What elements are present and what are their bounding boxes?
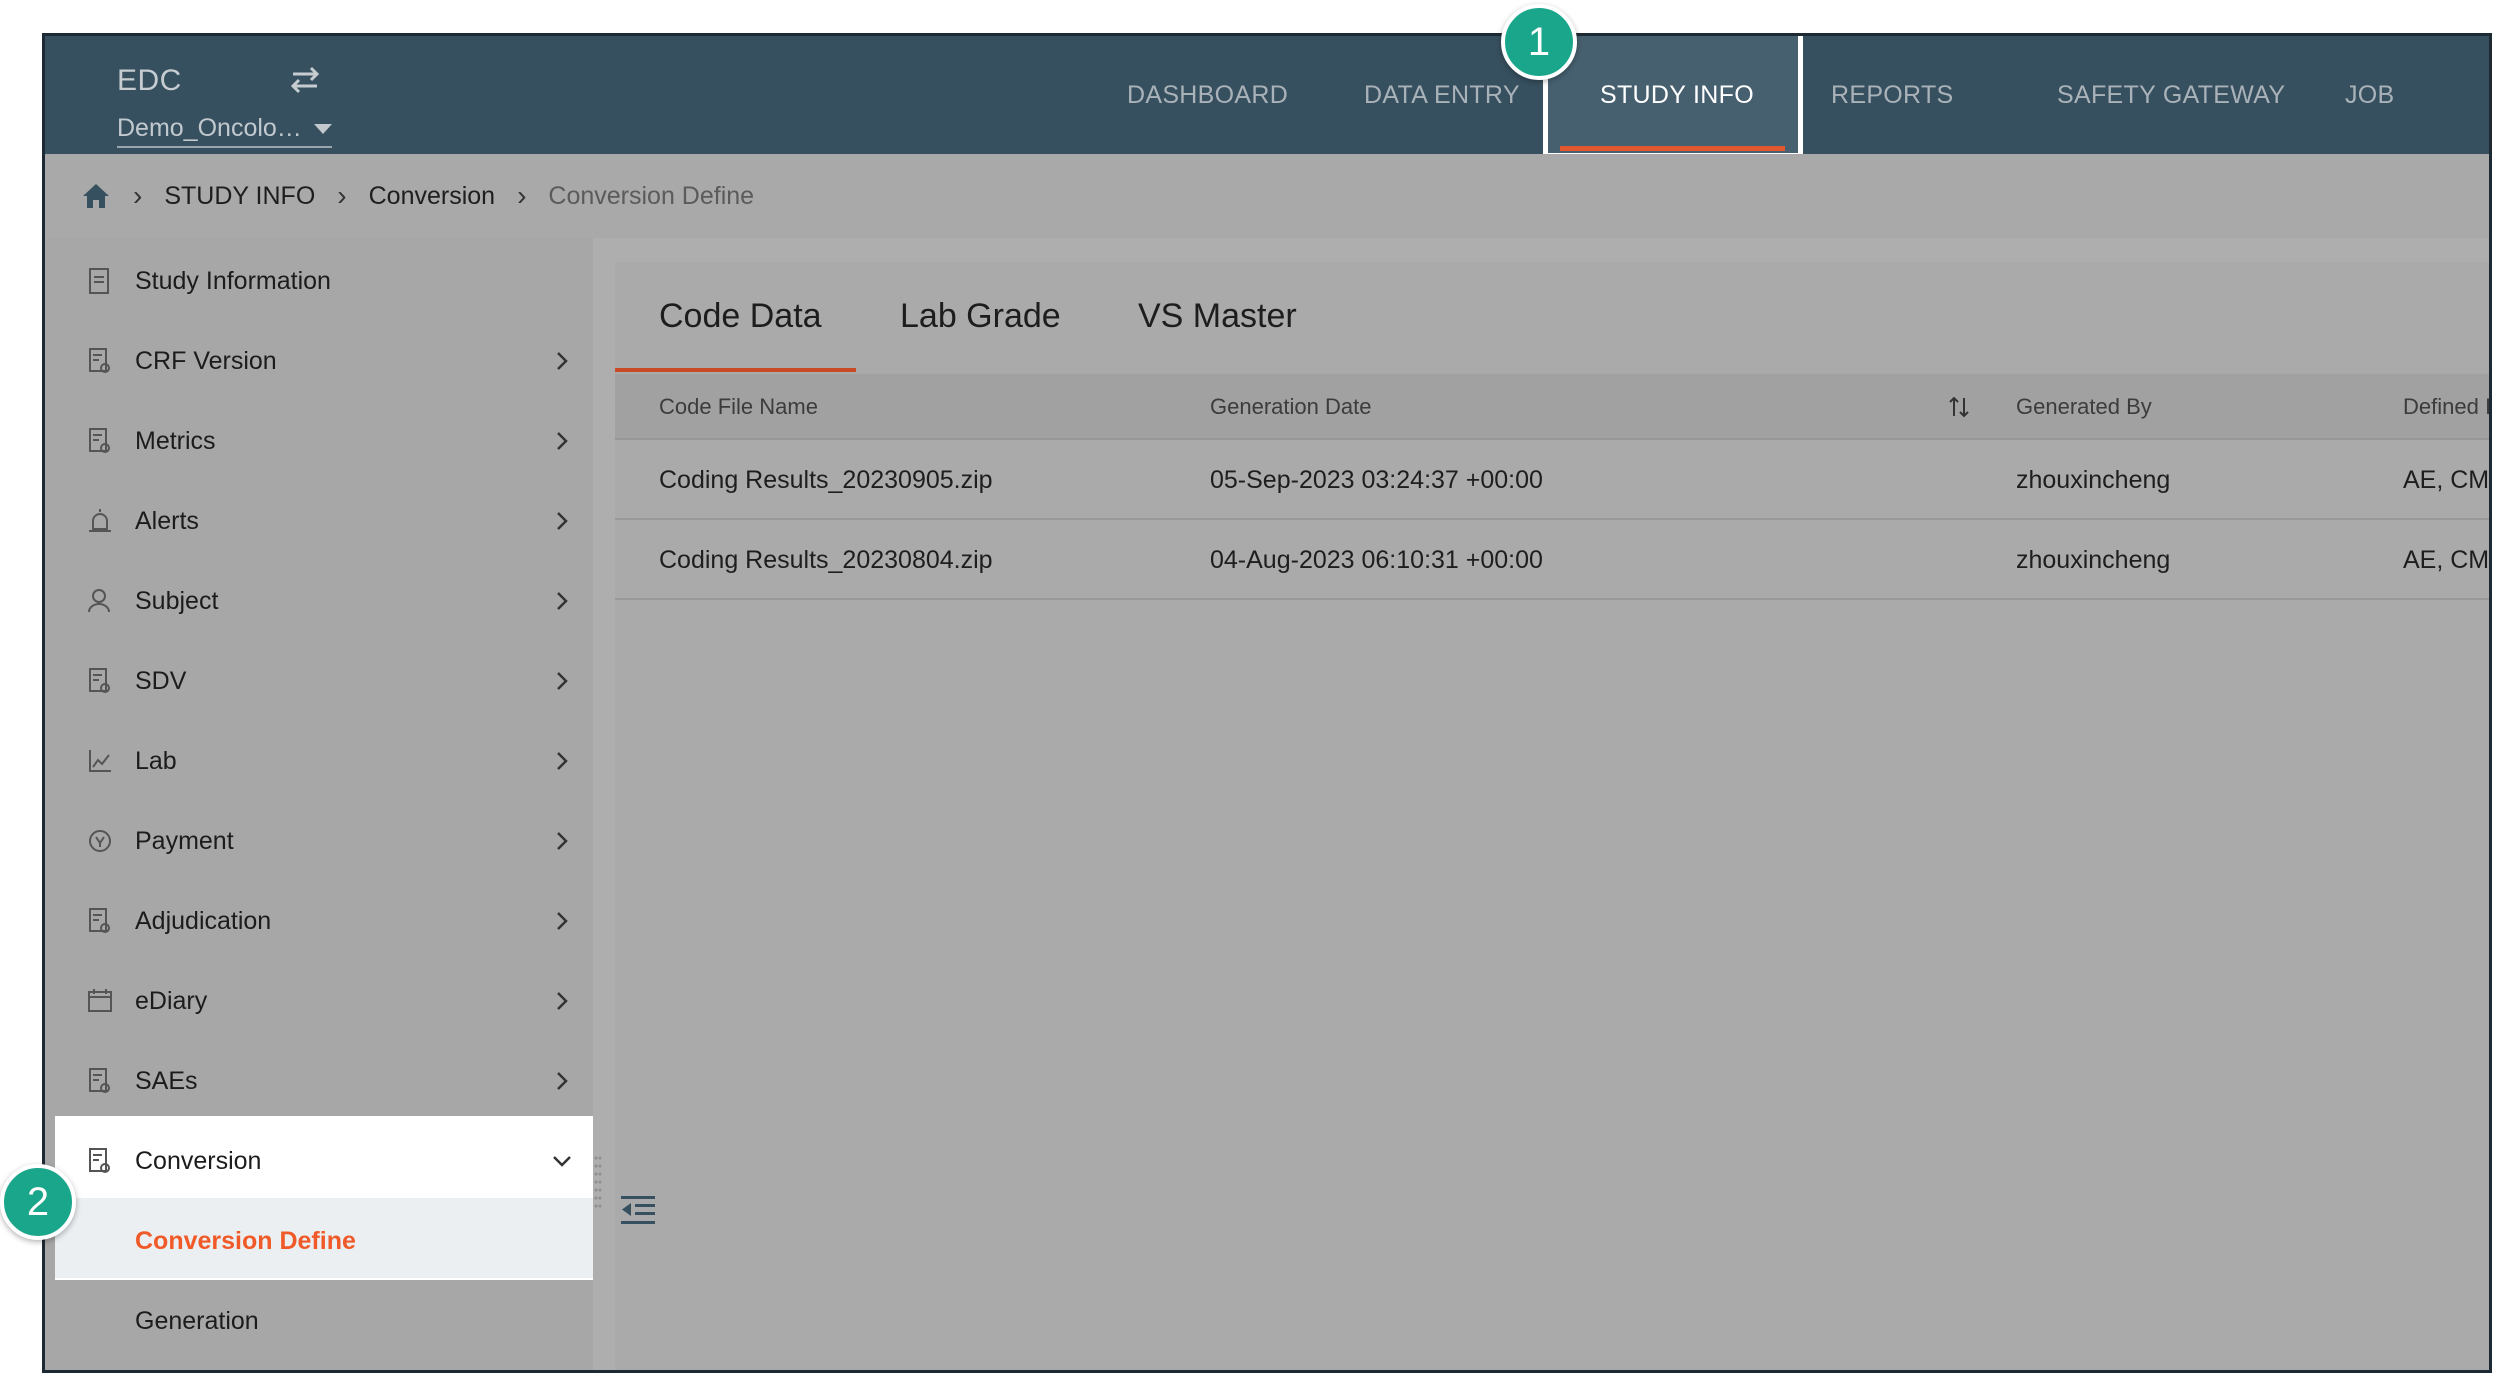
nav-data-entry[interactable]: DATA ENTRY (1364, 36, 1520, 154)
sidebar-item-payment[interactable]: Payment (45, 801, 593, 881)
sidebar-item-label: Metrics (135, 426, 216, 455)
sidebar-item-label: SAEs (135, 1066, 198, 1095)
sidebar-item-label: CRF Version (135, 346, 277, 375)
chevron-right-icon[interactable] (551, 430, 573, 452)
calendar-icon (88, 989, 112, 1012)
chevron-down-icon (313, 123, 332, 134)
sidebar-subitem-generation[interactable]: Generation (45, 1281, 593, 1361)
chevron-right-icon[interactable] (551, 750, 573, 772)
switch-app-icon[interactable] (285, 60, 325, 100)
sidebar-item-label: eDiary (135, 986, 208, 1015)
breadcrumb-study-info[interactable]: STUDY INFO (164, 182, 315, 211)
document-icon (89, 268, 109, 294)
breadcrumb: › STUDY INFO › Conversion › Conversion D… (45, 154, 2489, 238)
cell-generation-date: 05-Sep-2023 03:24:37 +00:00 (1210, 466, 1543, 494)
sidebar-item-adjudication[interactable]: Adjudication (45, 881, 593, 961)
cell-code-file-name: Coding Results_20230804.zip (659, 546, 993, 574)
chevron-down-icon[interactable] (551, 1150, 573, 1172)
chevron-right-icon[interactable] (551, 510, 573, 532)
sidebar-item-label: Conversion (135, 1146, 262, 1175)
column-header-generation-date[interactable]: Generation Date (1210, 374, 1371, 440)
tab-active-underline (615, 368, 856, 372)
app-window: EDC Demo_Oncolo… DASHBOARD DATA ENTRY ST… (42, 33, 2492, 1373)
column-header-generated-by[interactable]: Generated By (2016, 374, 2152, 440)
chevron-right-icon: › (133, 180, 143, 211)
callout-badge-2: 2 (0, 1164, 76, 1240)
sidebar-item-label: Alerts (135, 506, 199, 535)
cell-defined: AE, CM, (2403, 466, 2492, 494)
sidebar-item-label: Payment (135, 826, 234, 855)
chevron-right-icon: › (517, 180, 527, 211)
cell-generation-date: 04-Aug-2023 06:10:31 +00:00 (1210, 546, 1543, 574)
cell-generated-by: zhouxincheng (2016, 466, 2171, 494)
chevron-right-icon: › (337, 180, 347, 211)
column-header-defined[interactable]: Defined I (2403, 374, 2489, 440)
cell-generated-by: zhouxincheng (2016, 546, 2171, 574)
tab-lab-grade[interactable]: Lab Grade (900, 262, 1061, 370)
cell-defined: AE, CM, (2403, 546, 2492, 574)
nav-reports[interactable]: REPORTS (1831, 36, 1954, 154)
home-icon[interactable] (81, 182, 111, 210)
chevron-right-icon[interactable] (551, 670, 573, 692)
subject-icon (88, 589, 110, 613)
lab-chart-icon (89, 750, 111, 772)
sidebar-resize-handle[interactable] (593, 1154, 603, 1214)
breadcrumb-current: Conversion Define (548, 181, 755, 210)
cell-code-file-name: Coding Results_20230905.zip (659, 466, 993, 494)
column-header-code-file-name[interactable]: Code File Name (659, 374, 818, 440)
tab-code-data[interactable]: Code Data (659, 262, 822, 370)
sidebar-item-alerts[interactable]: Alerts (45, 481, 593, 561)
sidebar-item-label: Adjudication (135, 906, 272, 935)
sidebar-item-label: SDV (135, 666, 187, 695)
sidebar-item-ediary[interactable]: eDiary (45, 961, 593, 1041)
sidebar-item-label: Lab (135, 746, 177, 775)
app-name: EDC (117, 64, 182, 97)
study-selector[interactable]: Demo_Oncolo… (117, 114, 332, 148)
sidebar-item-sdv[interactable]: SDV (45, 641, 593, 721)
table-row[interactable]: Coding Results_20230804.zip 04-Aug-2023 … (615, 520, 2492, 600)
sidebar-item-crf-version[interactable]: CRF Version (45, 321, 593, 401)
adjudication-icon (89, 908, 110, 933)
sidebar-subitem-label: Conversion Define (135, 1226, 356, 1255)
tab-vs-master[interactable]: VS Master (1138, 262, 1297, 370)
sidebar-item-label: Subject (135, 586, 219, 615)
tab-bar: Code Data Lab Grade VS Master (615, 262, 2489, 373)
nav-safety-gateway[interactable]: SAFETY GATEWAY (2057, 36, 2285, 154)
conversion-icon (89, 1148, 110, 1173)
top-bar: EDC Demo_Oncolo… DASHBOARD DATA ENTRY ST… (45, 36, 2489, 158)
chevron-right-icon[interactable] (551, 990, 573, 1012)
nav-dashboard[interactable]: DASHBOARD (1127, 36, 1288, 154)
sidebar-item-metrics[interactable]: Metrics (45, 401, 593, 481)
sidebar-item-subject[interactable]: Subject (45, 561, 593, 641)
chevron-right-icon[interactable] (551, 1070, 573, 1092)
sae-icon (89, 1068, 110, 1093)
sidebar-subitem-conversion-define[interactable]: Conversion Define (45, 1201, 593, 1281)
metrics-icon (89, 428, 110, 453)
table-row[interactable]: Coding Results_20230905.zip 05-Sep-2023 … (615, 440, 2492, 520)
sidebar-item-lab[interactable]: Lab (45, 721, 593, 801)
payment-icon (89, 830, 111, 852)
chevron-right-icon[interactable] (551, 590, 573, 612)
sidebar-item-label: Study Information (135, 266, 331, 295)
sidebar-item-study-information[interactable]: Study Information (45, 241, 593, 321)
nav-active-underline (1560, 146, 1785, 151)
sort-icon[interactable] (1947, 394, 1971, 420)
nav-job[interactable]: JOB (2345, 36, 2395, 154)
sidebar-item-conversion[interactable]: Conversion (45, 1121, 593, 1201)
sidebar-subitem-label: Generation (135, 1306, 259, 1335)
callout-badge-1: 1 (1501, 4, 1577, 80)
chevron-right-icon[interactable] (551, 910, 573, 932)
alarm-icon (89, 509, 111, 532)
collapse-sidebar-icon[interactable] (619, 1191, 657, 1229)
chevron-right-icon[interactable] (551, 830, 573, 852)
form-icon (89, 348, 110, 373)
breadcrumb-conversion[interactable]: Conversion (369, 182, 495, 211)
chevron-right-icon[interactable] (551, 350, 573, 372)
main-panel: Code Data Lab Grade VS Master Code File … (615, 262, 2492, 1370)
sdv-icon (89, 668, 110, 693)
sidebar-item-saes[interactable]: SAEs (45, 1041, 593, 1121)
study-name: Demo_Oncolo… (117, 114, 302, 142)
nav-study-info[interactable]: STUDY INFO (1600, 36, 1754, 154)
table-header: Code File Name Generation Date Generated… (615, 374, 2489, 440)
